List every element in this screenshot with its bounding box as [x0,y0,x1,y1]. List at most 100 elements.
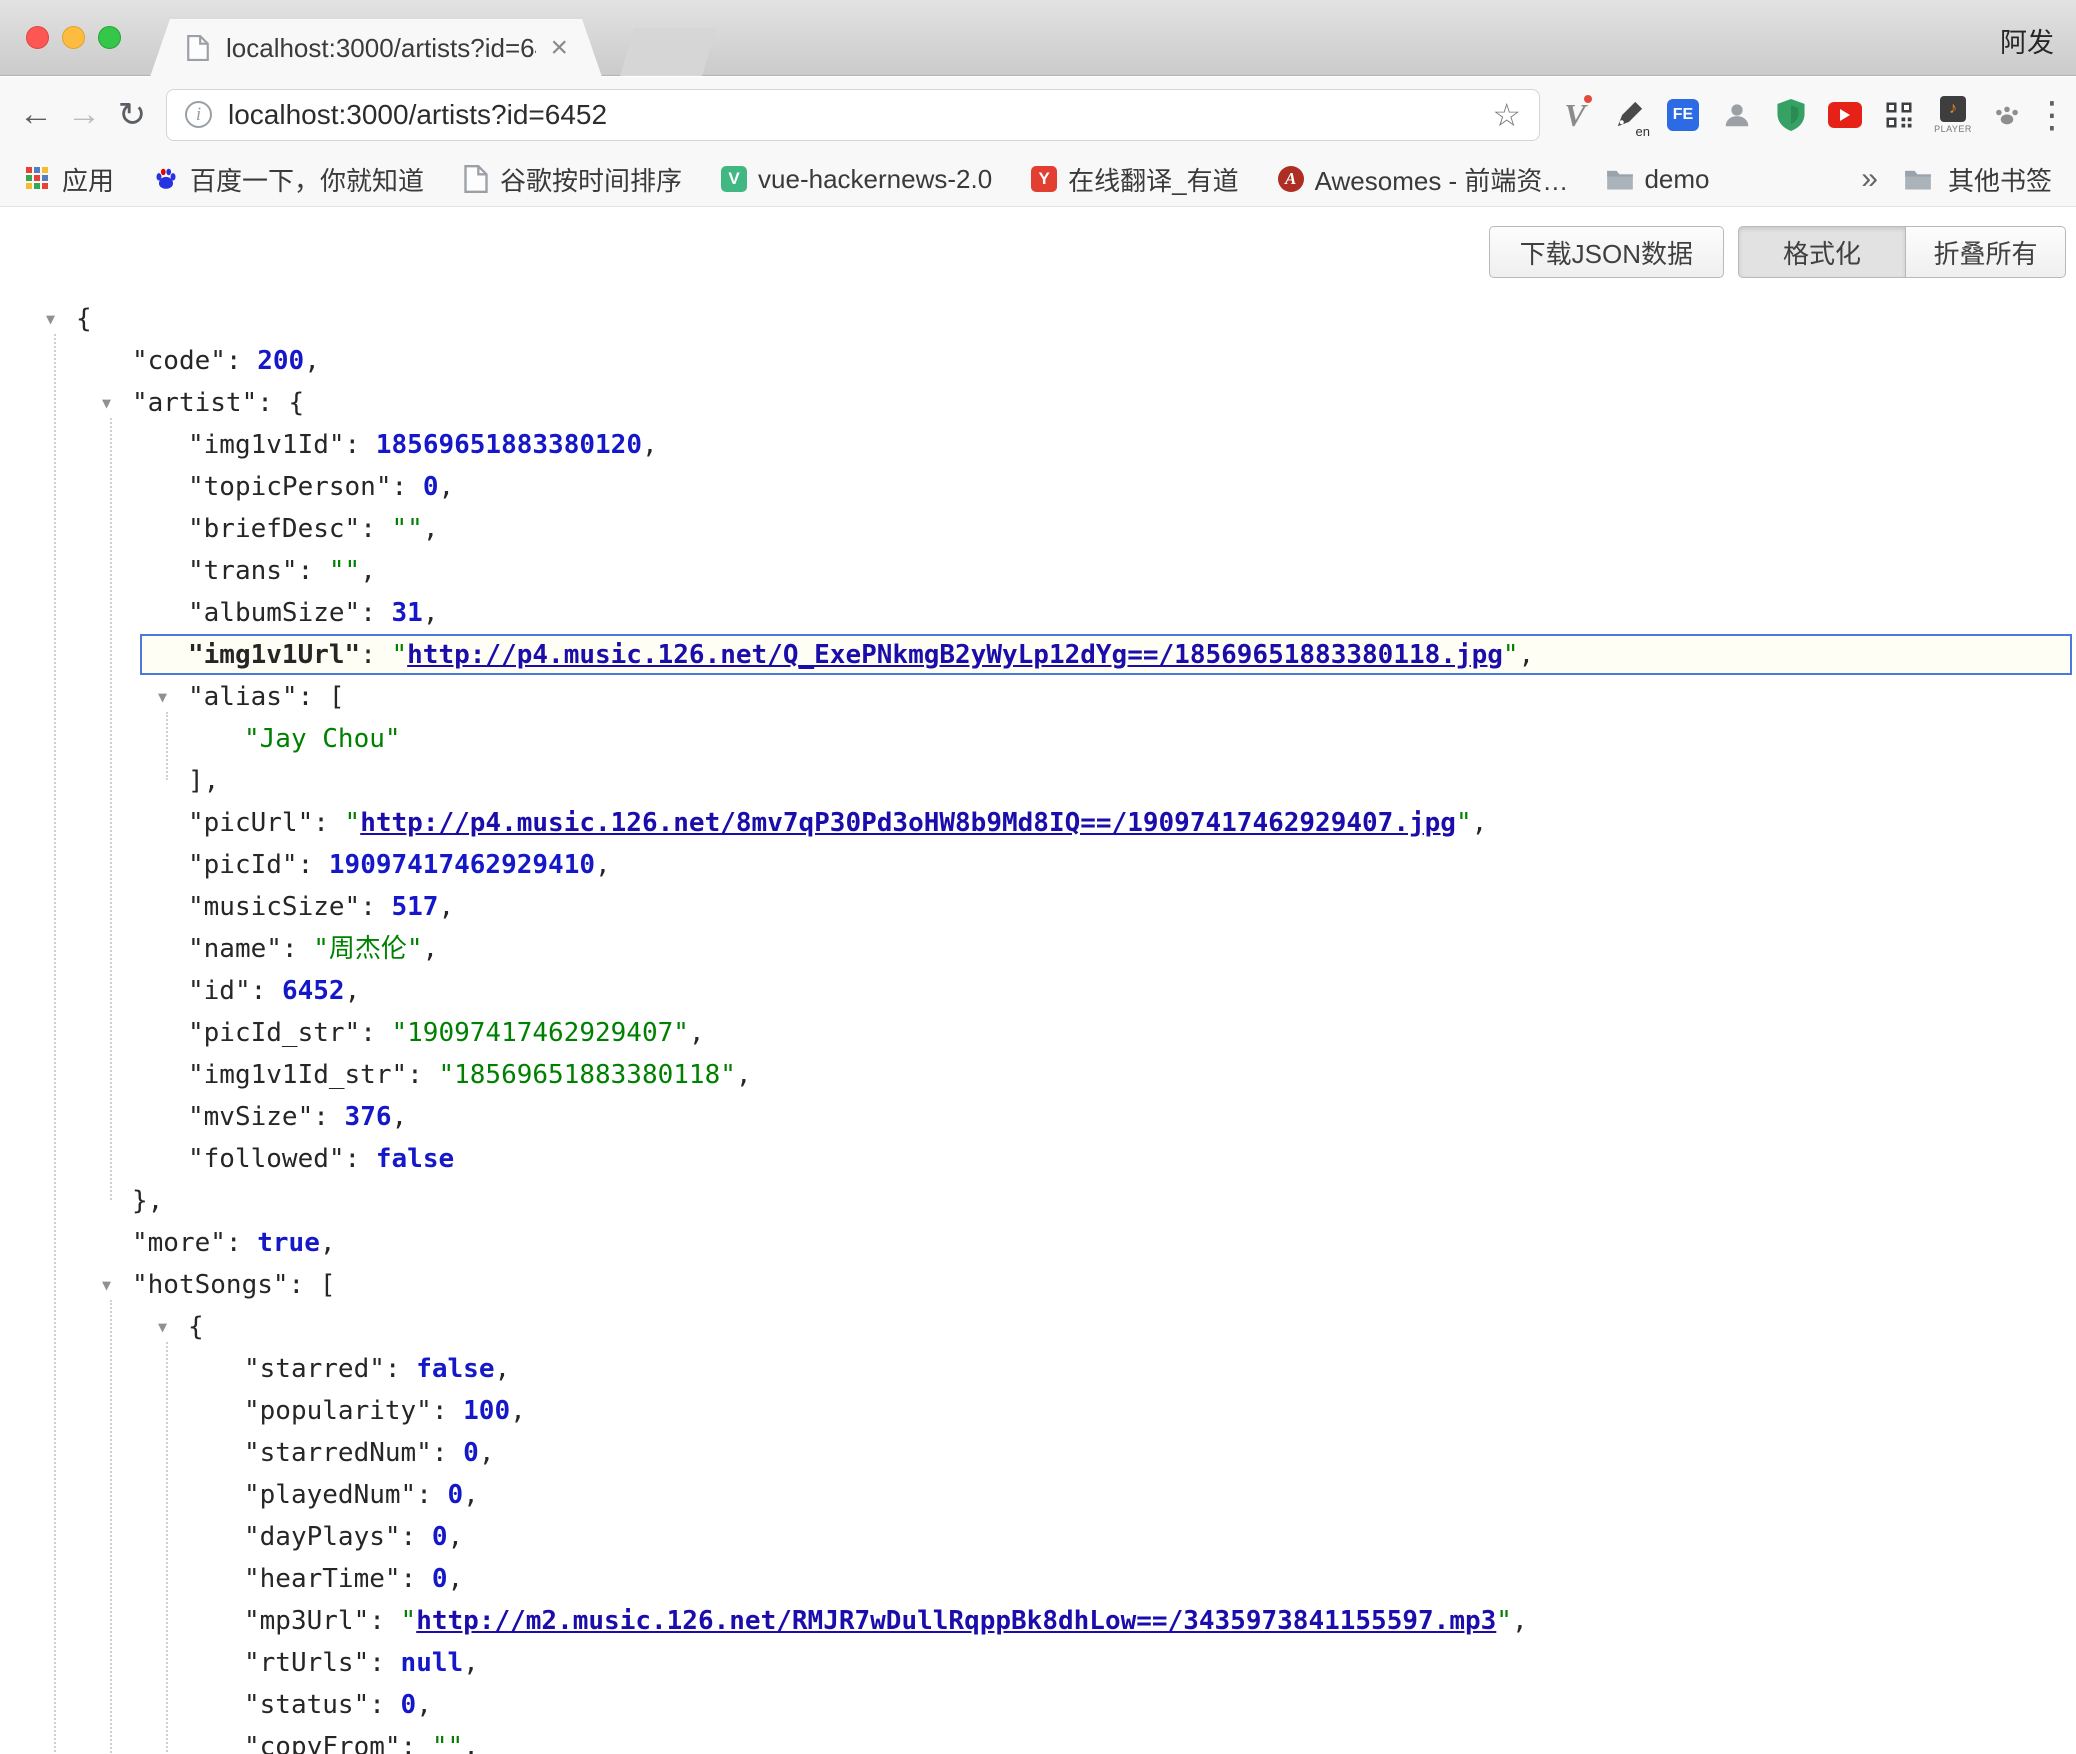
collapse-triangle-icon[interactable]: ▼ [158,1306,167,1348]
json-line: ▼"hotSongs": [ [0,1264,2076,1306]
paw-extension-icon[interactable] [1988,89,2026,141]
json-punctuation: : [369,1690,400,1720]
json-punctuation: : [416,1480,447,1510]
json-line: "trans": "", [0,550,2076,592]
json-punctuation: , [595,850,611,880]
json-line: "id": 6452, [0,970,2076,1012]
bookmark-item-apps[interactable]: 应用 [24,161,114,198]
qrcode-extension-icon[interactable] [1880,89,1918,141]
folder-icon [1904,165,1932,193]
fe-badge: FE [1667,99,1699,131]
address-bar[interactable]: i localhost:3000/artists?id=6452 ☆ [166,89,1540,141]
json-line: "playedNum": 0, [0,1474,2076,1516]
json-punctuation: [ [320,1270,336,1300]
json-number: 200 [257,346,304,376]
page-favicon-icon [184,34,212,62]
json-key: "artist" [132,388,257,418]
info-icon[interactable]: i [185,101,212,128]
json-line: "mp3Url": "http://m2.music.126.net/RMJR7… [0,1600,2076,1642]
json-punctuation: : [401,1732,432,1754]
json-punctuation: : [407,1060,438,1090]
json-punctuation: : [369,1648,400,1678]
collapse-triangle-icon[interactable]: ▼ [102,1264,111,1306]
active-tab[interactable]: localhost:3000/artists?id=645 × [150,19,602,77]
awesomes-icon: A [1277,165,1305,193]
collapse-triangle-icon[interactable]: ▼ [158,676,167,718]
json-link[interactable]: http://p4.music.126.net/8mv7qP30Pd3oHW8b… [360,808,1456,838]
new-tab-button[interactable] [620,28,716,76]
json-punctuation: , [448,1522,464,1552]
vue-icon: V [720,165,748,193]
json-punctuation: : [432,1438,463,1468]
youdao-pen-extension-icon[interactable]: en [1610,89,1648,141]
json-line: ▼{ [0,298,2076,340]
json-punctuation: : [401,1522,432,1552]
reload-icon[interactable]: ↻ [108,95,156,135]
bookmark-item-vue-hackernews[interactable]: Vvue-hackernews-2.0 [720,164,992,195]
other-bookmarks-label[interactable]: 其他书签 [1948,161,2052,198]
shield-extension-icon[interactable] [1772,89,1810,141]
bookmark-item-youdao-translate[interactable]: Y在线翻译_有道 [1030,161,1238,198]
json-tree: ▼{"code": 200,▼"artist": {"img1v1Id": 18… [0,298,2076,1754]
json-keyword: false [376,1144,454,1174]
profile-extension-icon[interactable] [1718,89,1756,141]
json-line: "musicSize": 517, [0,886,2076,928]
json-punctuation: : [345,1144,376,1174]
youtube-extension-icon[interactable] [1826,89,1864,141]
download-json-button[interactable]: 下载JSON数据 [1489,226,1724,278]
bookmarks-overflow-icon[interactable]: » [1861,162,1878,196]
json-number: 517 [392,892,439,922]
json-number: 0 [463,1438,479,1468]
json-key: "playedNum" [244,1480,416,1510]
bookmark-item-demo[interactable]: demo [1606,164,1709,195]
json-punctuation: , [438,892,454,922]
json-key: "popularity" [244,1396,432,1426]
collapse-triangle-icon[interactable]: ▼ [102,382,111,424]
json-key: "name" [188,934,282,964]
json-punctuation: : [298,556,329,586]
toolbar: ← → ↻ i localhost:3000/artists?id=6452 ☆… [0,77,2076,152]
json-punctuation: , [1512,1606,1528,1636]
forward-icon[interactable]: → [60,95,108,134]
json-number: 6452 [282,976,345,1006]
url-text[interactable]: localhost:3000/artists?id=6452 [228,99,1476,131]
json-number: 18569651883380120 [376,430,642,460]
json-punctuation: , [360,556,376,586]
tab-close-icon[interactable]: × [550,33,568,63]
minimize-window-button[interactable] [62,26,85,49]
json-punctuation: : [392,472,423,502]
json-punctuation: , [1519,640,1535,670]
json-line: "starred": false, [0,1348,2076,1390]
json-line: "popularity": 100, [0,1390,2076,1432]
back-icon[interactable]: ← [12,95,60,134]
json-line: "img1v1Id": 18569651883380120, [0,424,2076,466]
json-key: "albumSize" [188,598,360,628]
notification-dot [1584,95,1592,103]
json-punctuation: , [479,1438,495,1468]
json-line: "starredNum": 0, [0,1432,2076,1474]
v-mark-extension-icon[interactable]: V [1556,89,1594,141]
bookmark-label: demo [1644,164,1709,195]
close-window-button[interactable] [26,26,49,49]
collapse-all-button[interactable]: 折叠所有 [1906,226,2066,278]
json-key: "picId_str" [188,1018,360,1048]
json-punctuation: }, [132,1186,163,1216]
menu-dots-icon[interactable]: ⋮ [2034,94,2064,136]
json-punctuation: { [188,1312,204,1342]
json-link[interactable]: http://p4.music.126.net/Q_ExePNkmgB2yWyL… [407,640,1503,670]
bookmark-item-baidu[interactable]: 百度一下，你就知道 [152,161,424,198]
fe-extension-icon[interactable]: FE [1664,89,1702,141]
bookmark-item-awesomes[interactable]: AAwesomes - 前端资… [1277,161,1569,198]
json-link[interactable]: http://m2.music.126.net/RMJR7wDullRqppBk… [416,1606,1496,1636]
json-punctuation: : [313,808,344,838]
json-key: "trans" [188,556,298,586]
json-line: "code": 200, [0,340,2076,382]
collapse-triangle-icon[interactable]: ▼ [46,298,55,340]
tab-title: localhost:3000/artists?id=645 [226,33,536,64]
player-extension-icon[interactable]: ♪PLAYER [1934,89,1972,141]
profile-name[interactable]: 阿发 [2000,21,2054,60]
format-button[interactable]: 格式化 [1738,226,1906,278]
zoom-window-button[interactable] [98,26,121,49]
bookmark-star-icon[interactable]: ☆ [1492,96,1521,134]
bookmark-item-google-sort[interactable]: 谷歌按时间排序 [462,161,682,198]
